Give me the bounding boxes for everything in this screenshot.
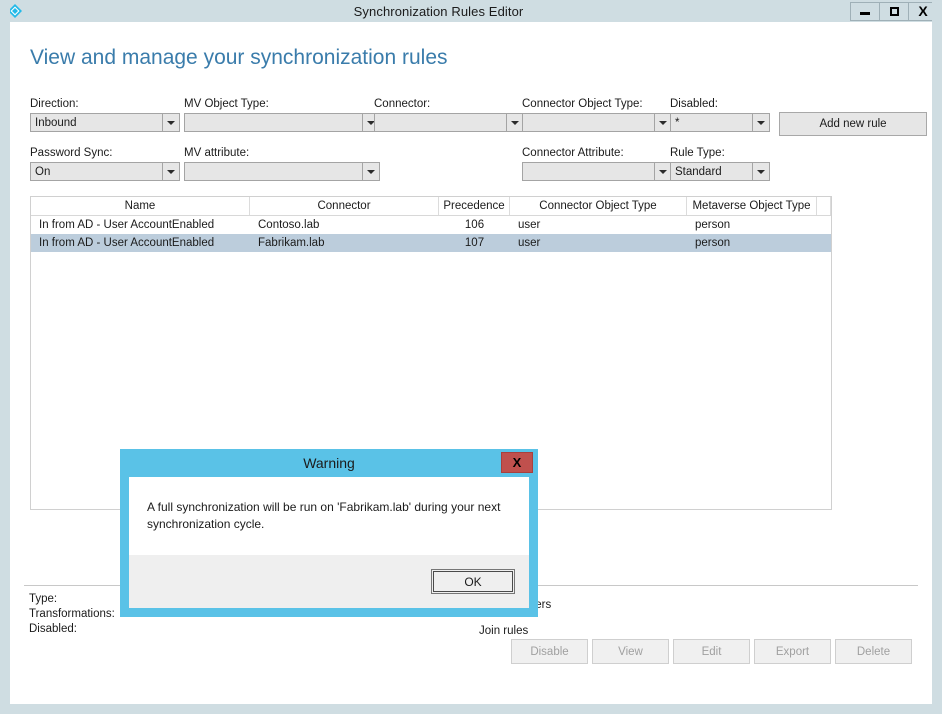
close-button[interactable]: X [908, 1, 932, 21]
mv-attribute-combobox[interactable] [184, 162, 380, 181]
filter-connector-attribute: Connector Attribute: [522, 147, 672, 181]
filter-rule-type-label: Rule Type: [670, 147, 725, 159]
connector-object-type-combobox[interactable] [522, 113, 672, 132]
connector-combobox[interactable] [374, 113, 524, 132]
grid-header-row: Name Connector Precedence Connector Obje… [31, 197, 831, 216]
table-row[interactable]: In from AD - User AccountEnabled Contoso… [31, 216, 831, 234]
disabled-combobox[interactable]: * [670, 113, 770, 132]
view-button[interactable]: View [592, 639, 669, 664]
warning-dialog: Warning X A full synchronization will be… [120, 449, 538, 617]
cell-name: In from AD - User AccountEnabled [39, 237, 215, 249]
filter-connector-attribute-label: Connector Attribute: [522, 147, 624, 159]
chevron-down-icon[interactable] [654, 163, 671, 180]
warning-dialog-titlebar: Warning [120, 449, 538, 477]
action-button-bar: Disable View Edit Export Delete [10, 639, 920, 664]
password-sync-combobox-value: On [35, 165, 51, 178]
filter-connector: Connector: [374, 98, 524, 132]
filter-disabled-label: Disabled: [670, 98, 718, 110]
cell-connector: Fabrikam.lab [258, 237, 325, 249]
chevron-down-icon[interactable] [362, 163, 379, 180]
warning-dialog-message: A full synchronization will be run on 'F… [147, 500, 501, 531]
maximize-button[interactable] [879, 1, 909, 21]
cell-metaverse-object-type: person [695, 237, 731, 249]
mv-object-type-combobox-value [185, 114, 362, 131]
direction-combobox[interactable]: Inbound [30, 113, 180, 132]
window-titlebar: Synchronization Rules Editor X [10, 0, 932, 22]
detail-left-column: Type: Transformations: Disabled: [29, 592, 115, 637]
warning-dialog-close-button[interactable]: X [501, 452, 533, 473]
cell-name: In from AD - User AccountEnabled [39, 219, 215, 231]
warning-dialog-title: Warning [303, 455, 355, 471]
sync-rules-editor-icon [10, 0, 26, 22]
edit-button[interactable]: Edit [673, 639, 750, 664]
filter-mv-attribute: MV attribute: [184, 147, 380, 181]
chevron-down-icon[interactable] [752, 163, 769, 180]
filter-password-sync-label: Password Sync: [30, 147, 113, 159]
column-header-connector-object-type[interactable]: Connector Object Type [510, 197, 687, 215]
filter-direction: Direction: Inbound [30, 98, 180, 132]
filter-disabled: Disabled: * [670, 98, 770, 132]
column-header-metaverse-object-type[interactable]: Metaverse Object Type [687, 197, 817, 215]
cell-connector-object-type: user [518, 219, 541, 231]
export-button[interactable]: Export [754, 639, 831, 664]
chevron-down-icon[interactable] [654, 114, 671, 131]
filter-mv-object-type-label: MV Object Type: [184, 98, 269, 110]
cell-connector: Contoso.lab [258, 219, 320, 231]
mv-object-type-combobox[interactable] [184, 113, 380, 132]
window-title: Synchronization Rules Editor [353, 3, 524, 19]
detail-disabled-label: Disabled: [29, 623, 77, 635]
detail-transformations-label: Transformations: [29, 608, 115, 620]
chevron-down-icon[interactable] [506, 114, 523, 131]
connector-attribute-combobox[interactable] [522, 162, 672, 181]
cell-metaverse-object-type: person [695, 219, 731, 231]
filter-connector-label: Connector: [374, 98, 431, 110]
sync-rules-editor-window: Synchronization Rules Editor X View and … [0, 0, 942, 714]
cell-connector-object-type: user [518, 237, 541, 249]
filter-rule-type: Rule Type: Standard [670, 147, 770, 181]
chevron-down-icon[interactable] [162, 163, 179, 180]
connector-combobox-value [375, 114, 506, 131]
minimize-button[interactable] [850, 1, 880, 21]
delete-button[interactable]: Delete [835, 639, 912, 664]
warning-dialog-footer: OK [129, 555, 529, 608]
column-header-precedence[interactable]: Precedence [439, 197, 510, 215]
connector-attribute-combobox-value [523, 163, 654, 180]
cell-precedence: 106 [464, 219, 485, 231]
filter-connector-object-type-label: Connector Object Type: [522, 98, 643, 110]
page-title: View and manage your synchronization rul… [30, 46, 448, 69]
chevron-down-icon[interactable] [752, 114, 769, 131]
chevron-down-icon[interactable] [162, 114, 179, 131]
filter-connector-object-type: Connector Object Type: [522, 98, 672, 132]
mv-attribute-combobox-value [185, 163, 362, 180]
filter-password-sync: Password Sync: On [30, 147, 180, 181]
table-row[interactable]: In from AD - User AccountEnabled Fabrika… [31, 234, 831, 252]
window-controls: X [850, 1, 932, 21]
filter-mv-attribute-label: MV attribute: [184, 147, 250, 159]
filter-panel: Direction: Inbound MV Object Type: Conne… [30, 98, 927, 198]
disable-button[interactable]: Disable [511, 639, 588, 664]
direction-combobox-value: Inbound [35, 116, 77, 129]
detail-type-label: Type: [29, 593, 58, 605]
client-area: View and manage your synchronization rul… [10, 22, 932, 704]
disabled-combobox-value: * [675, 116, 680, 129]
rule-type-combobox[interactable]: Standard [670, 162, 770, 181]
connector-object-type-combobox-value [523, 114, 654, 131]
warning-dialog-body: A full synchronization will be run on 'F… [129, 477, 529, 555]
column-header-name[interactable]: Name [31, 197, 250, 215]
rule-type-combobox-value: Standard [675, 165, 722, 178]
column-header-connector[interactable]: Connector [250, 197, 439, 215]
filter-mv-object-type: MV Object Type: [184, 98, 380, 132]
add-new-rule-button[interactable]: Add new rule [779, 112, 927, 136]
ok-button[interactable]: OK [431, 569, 515, 594]
password-sync-combobox[interactable]: On [30, 162, 180, 181]
filter-direction-label: Direction: [30, 98, 79, 110]
cell-precedence: 107 [464, 237, 485, 249]
column-header-filler [817, 197, 831, 215]
